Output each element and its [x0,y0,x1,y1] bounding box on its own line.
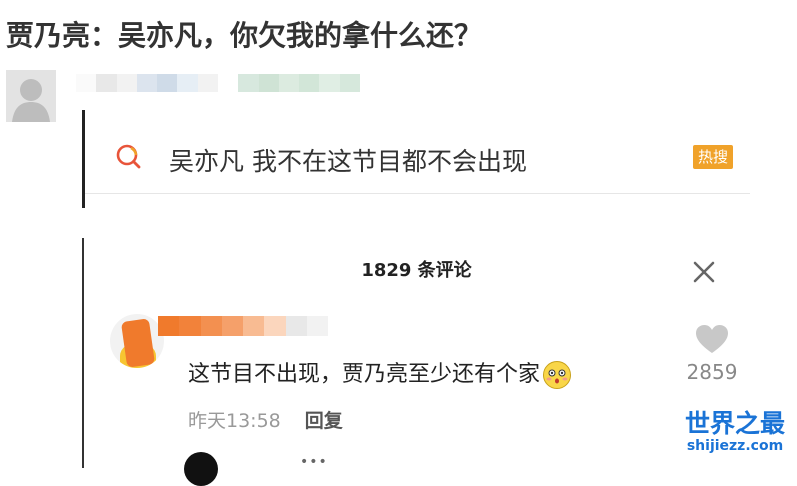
hot-search-card[interactable]: 吴亦凡 我不在这节目都不会出现 热搜 [82,110,750,208]
divider [85,193,750,194]
default-user-icon [6,70,56,122]
search-icon [116,144,141,169]
article-title: 贾乃亮：吴亦凡，你欠我的拿什么还？ [6,19,483,52]
watermark-logo: 世界之最 [684,409,785,438]
like-count: 2859 [686,360,738,384]
comment-time: 昨天13:58 [188,410,281,432]
author-name-blurred [76,74,360,92]
author-avatar[interactable] [6,70,56,122]
blush-emoji-icon [543,361,572,389]
comment-meta: 昨天13:58 回复 [188,406,343,433]
comment-body: 这节目不出现，贾乃亮至少还有个家 [188,356,572,390]
heart-icon [696,325,728,353]
comment-text: 这节目不出现，贾乃亮至少还有个家 [188,362,541,387]
next-commenter-avatar[interactable] [184,452,218,486]
watermark-url: shijiezz.com [686,438,784,454]
watermark: 世界之最 shijiezz.com [676,409,794,455]
hot-badge: 热搜 [692,145,733,169]
commenter-avatar[interactable] [110,314,164,368]
close-icon[interactable] [692,260,716,284]
like-button[interactable]: 2859 [682,324,742,384]
reply-button[interactable]: 回复 [305,410,343,432]
commenter-name-redacted [158,316,328,336]
comments-panel: 1829 条评论 这节目不出现，贾乃亮至少还有个家 昨天13:58 回复 285… [82,238,749,486]
comments-count-title: 1829 条评论 [361,260,472,281]
hot-search-query: 吴亦凡 我不在这节目都不会出现 [169,147,527,176]
